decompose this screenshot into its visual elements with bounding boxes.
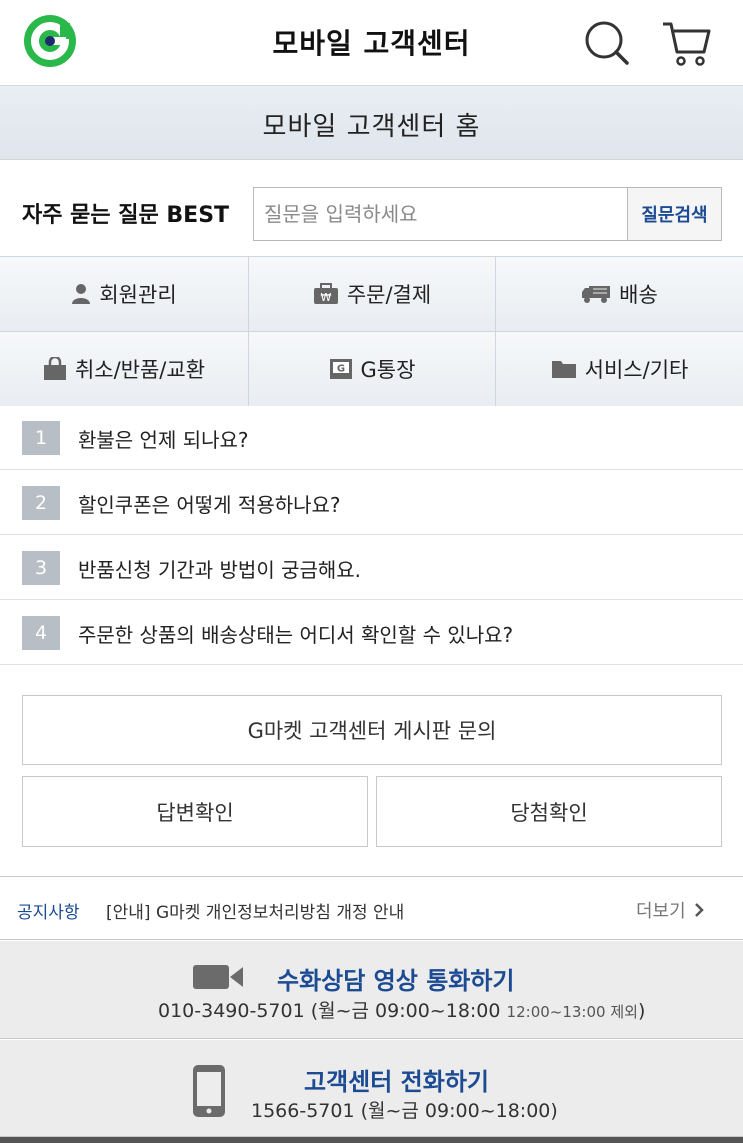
faq-search-input[interactable]	[254, 188, 627, 240]
answer-check-button[interactable]: 답변확인	[22, 776, 368, 847]
more-link[interactable]: 더보기	[636, 897, 704, 923]
video-camera-icon	[192, 962, 244, 996]
winner-check-button[interactable]: 당첨확인	[376, 776, 722, 847]
faq-search-box: 질문검색	[253, 187, 722, 241]
faq-rank-badge: 1	[22, 421, 60, 455]
notice-label: 공지사항	[17, 903, 80, 923]
section-title: 모바일 고객센터 홈	[262, 112, 481, 142]
board-inquiry-button[interactable]: G마켓 고객센터 게시판 문의	[22, 695, 722, 765]
category-label: 서비스/기타	[584, 358, 689, 382]
faq-search-button[interactable]: 질문검색	[627, 188, 721, 240]
g-bankbook-icon: G	[329, 358, 353, 380]
sign-call-note: 12:00~13:00 제외	[506, 1003, 638, 1021]
notice-bar: 공지사항 [안내] G마켓 개인정보처리방침 개정 안내 더보기	[0, 876, 743, 940]
category-label: 회원관리	[99, 283, 177, 307]
phone-call-info: 1566-5701 (월~금 09:00~18:00)	[251, 1100, 558, 1122]
faq-question[interactable]: 주문한 상품의 배송상태는 어디서 확인할 수 있나요?	[78, 619, 513, 648]
faq-rank-badge: 2	[22, 486, 60, 520]
category-order[interactable]: ₩ 주문/결제	[249, 257, 495, 331]
notice-link[interactable]: [안내] G마켓 개인정보처리방침 개정 안내	[106, 898, 404, 923]
sign-call-phone: 010-3490-5701 (월~금 09:00~18:00	[158, 1000, 501, 1022]
truck-icon	[581, 284, 611, 304]
sign-call-title[interactable]: 수화상담 영상 통화하기	[277, 961, 515, 996]
sign-call-close: )	[637, 1000, 646, 1022]
faq-list-item[interactable]: 1 환불은 언제 되나요?	[0, 405, 743, 470]
category-shipping[interactable]: 배송	[496, 257, 743, 331]
folder-icon	[551, 359, 577, 379]
faq-list-item[interactable]: 2 할인쿠폰은 어떻게 적용하나요?	[0, 470, 743, 535]
customer-center-call[interactable]: 고객센터 전화하기 1566-5701 (월~금 09:00~18:00)	[0, 1040, 743, 1137]
svg-text:₩: ₩	[320, 291, 331, 304]
mobile-phone-icon	[192, 1064, 226, 1122]
category-service-etc[interactable]: 서비스/기타	[496, 332, 743, 406]
faq-best-label: 자주 묻는 질문 BEST	[22, 203, 230, 228]
sign-language-call[interactable]: 수화상담 영상 통화하기 010-3490-5701 (월~금 09:00~18…	[0, 941, 743, 1039]
category-label: G통장	[360, 358, 416, 382]
section-header: 모바일 고객센터 홈	[0, 86, 743, 160]
faq-search-row: 자주 묻는 질문 BEST 질문검색	[0, 160, 743, 256]
faq-question[interactable]: 환불은 언제 되나요?	[78, 424, 249, 453]
faq-best-list: 1 환불은 언제 되나요? 2 할인쿠폰은 어떻게 적용하나요? 3 반품신청 …	[0, 405, 743, 665]
faq-rank-badge: 3	[22, 551, 60, 585]
faq-list-item[interactable]: 3 반품신청 기간과 방법이 궁금해요.	[0, 535, 743, 600]
faq-rank-badge: 4	[22, 616, 60, 650]
person-icon	[71, 283, 91, 305]
app-header: 모바일 고객센터	[0, 0, 743, 86]
faq-question[interactable]: 할인쿠폰은 어떻게 적용하나요?	[78, 489, 341, 518]
category-grid: 회원관리 ₩ 주문/결제 배송 취소/반품/교환 G G통장 서비스/기타	[0, 256, 743, 406]
category-label: 배송	[619, 283, 658, 307]
category-label: 주문/결제	[346, 283, 432, 307]
category-g-bankbook[interactable]: G G통장	[249, 332, 495, 406]
bottom-edge	[0, 1137, 743, 1143]
bag-icon	[43, 357, 67, 381]
phone-call-title[interactable]: 고객센터 전화하기	[304, 1062, 489, 1097]
sign-call-info: 010-3490-5701 (월~금 09:00~18:00 12:00~13:…	[158, 996, 645, 1023]
faq-list-item[interactable]: 4 주문한 상품의 배송상태는 어디서 확인할 수 있나요?	[0, 600, 743, 665]
search-icon[interactable]	[582, 18, 632, 68]
grid-divider	[0, 331, 743, 332]
more-label: 더보기	[636, 901, 686, 922]
svg-text:G: G	[336, 364, 344, 375]
category-member[interactable]: 회원관리	[0, 257, 248, 331]
cart-icon[interactable]	[660, 18, 712, 68]
faq-question[interactable]: 반품신청 기간과 방법이 궁금해요.	[78, 554, 361, 583]
category-cancel-return[interactable]: 취소/반품/교환	[0, 332, 248, 406]
wallet-icon: ₩	[313, 283, 339, 305]
chevron-right-icon	[694, 902, 704, 918]
category-label: 취소/반품/교환	[74, 358, 206, 382]
